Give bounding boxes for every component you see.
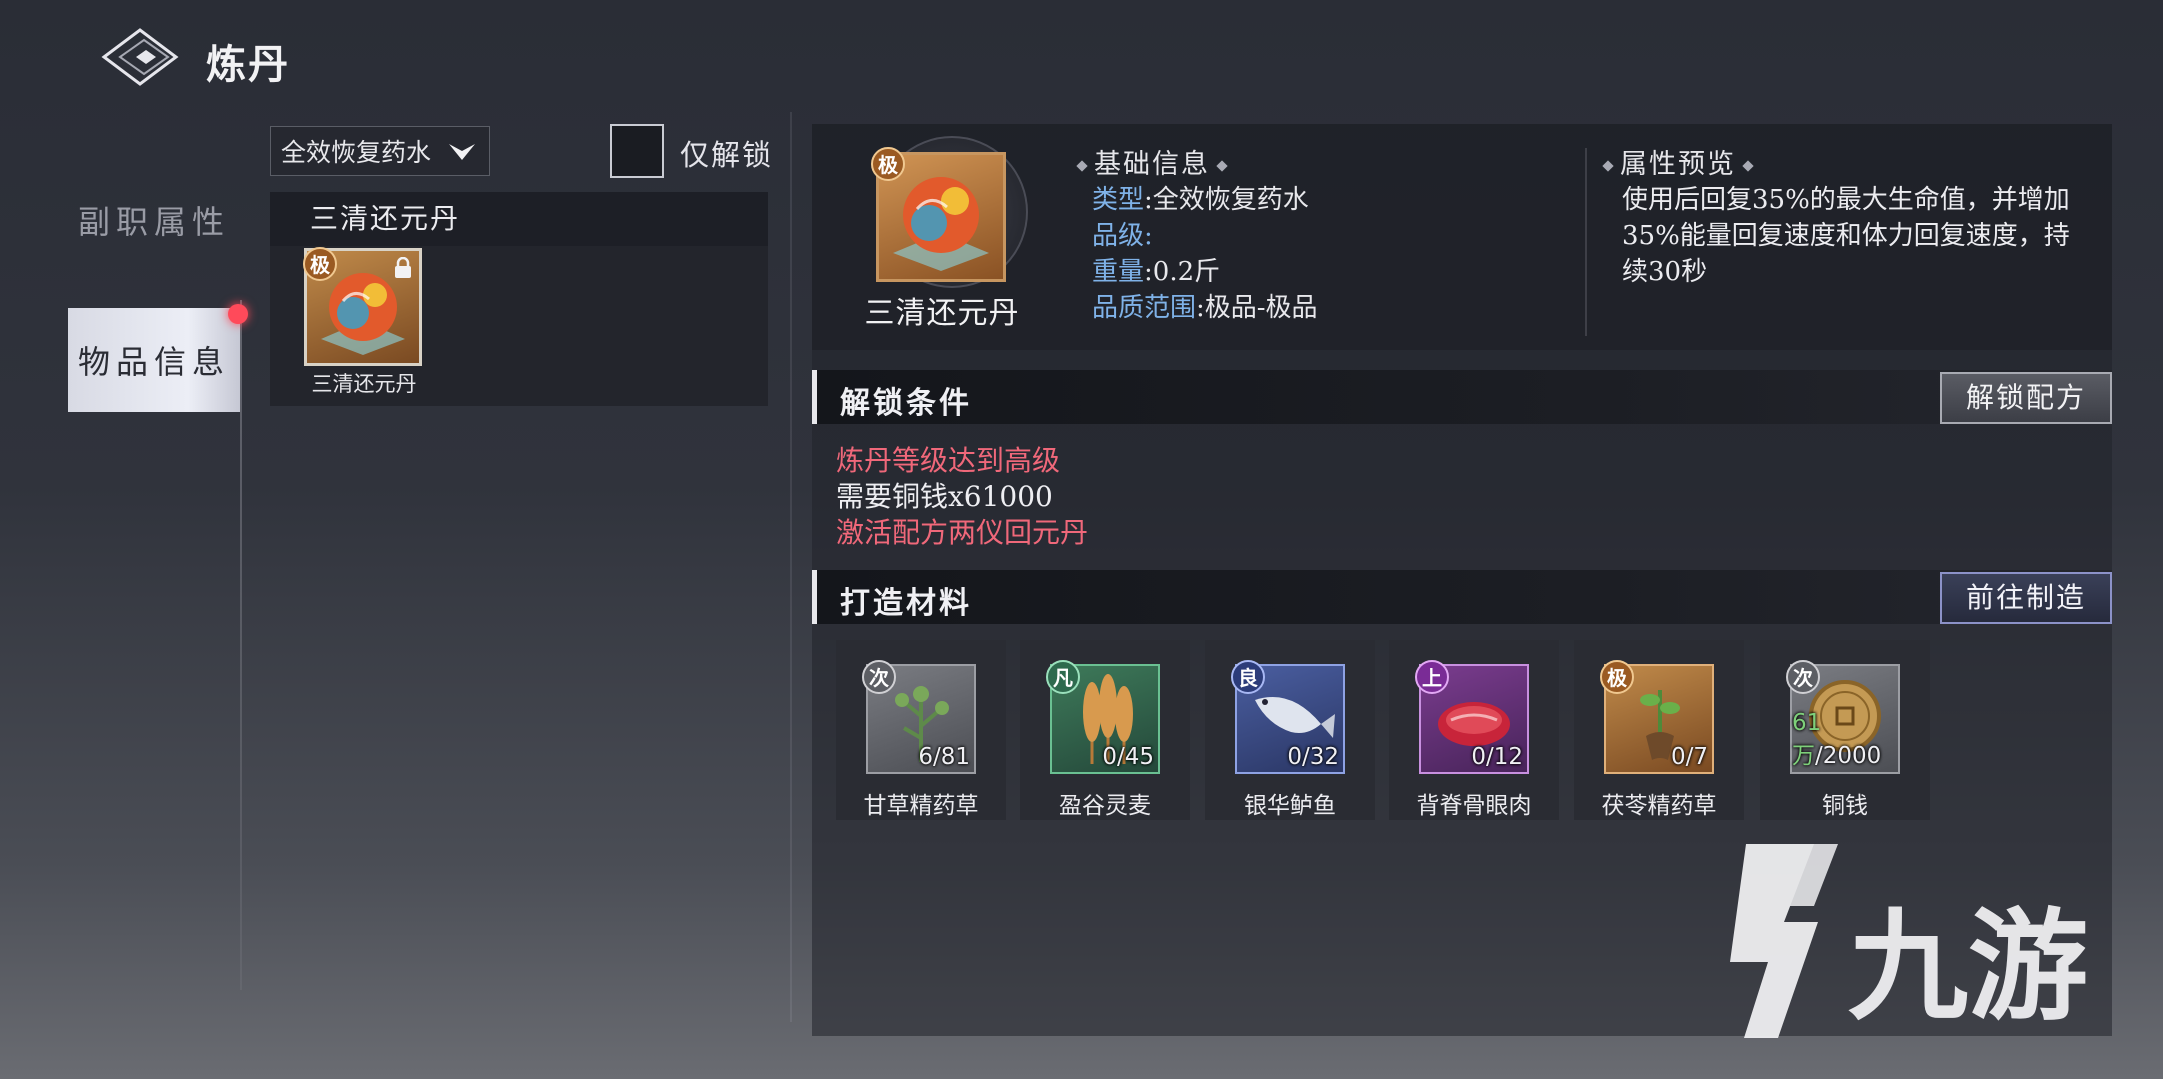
page-title: 炼丹 [206, 41, 290, 88]
grade-badge: 上 [1415, 660, 1449, 694]
grade-badge: 次 [862, 660, 896, 694]
material-card[interactable]: 上 0/12 背脊骨眼肉 [1389, 640, 1559, 820]
unlock-condition: 激活配方两仪回元丹 [836, 516, 1089, 549]
coin-icon: 次 61万/2000 [1786, 660, 1900, 774]
material-card[interactable]: 凡 0/45 盈谷灵麦 [1020, 640, 1190, 820]
fish-icon: 良 0/32 [1231, 660, 1345, 774]
basic-info-rows: 类型:全效恢复药水 品级: 重量:0.2斤 品质范围:极品-极品 [1092, 182, 1318, 326]
material-count: 0/45 [1102, 744, 1154, 770]
recipe-group-title: 三清还元丹 [270, 192, 768, 246]
lock-icon [395, 257, 411, 278]
material-card[interactable]: 次 61万/2000 铜钱 [1760, 640, 1930, 820]
tab-item-info[interactable]: 物品信息 [68, 308, 240, 412]
herb-icon: 次 6/81 [862, 660, 976, 774]
material-card[interactable]: 次 6/81 甘草精药草 [836, 640, 1006, 820]
go-craft-button[interactable]: 前往制造 [1940, 572, 2112, 624]
grade-badge: 极 [303, 247, 337, 281]
unlock-condition: 需要铜钱x61000 [836, 480, 1053, 513]
info-row-quality-range: 品质范围:极品-极品 [1092, 293, 1318, 323]
material-name: 茯苓精药草 [1601, 793, 1717, 819]
diamond-icon [1216, 159, 1228, 172]
grade-badge: 凡 [1046, 660, 1080, 694]
recipe-card-label: 三清还元丹 [311, 372, 417, 396]
info-row-grade: 品级: [1092, 221, 1153, 251]
recipe-card[interactable]: 极 [303, 247, 422, 366]
diamond-icon [1602, 159, 1614, 172]
meat-icon: 上 0/12 [1415, 660, 1529, 774]
diamond-icon [1742, 159, 1754, 172]
info-row-type: 类型:全效恢复药水 [1092, 185, 1309, 215]
unlock-only-checkbox[interactable] [610, 124, 664, 178]
material-count: 0/32 [1287, 744, 1339, 770]
category-dropdown[interactable]: 全效恢复药水 [270, 126, 490, 176]
tabs-divider [240, 300, 242, 990]
jiuyou-watermark-logo: 九游 [1730, 844, 2088, 1038]
grade-badge: 极 [1600, 660, 1634, 694]
back-icon[interactable] [100, 26, 182, 88]
grade-badge: 极 [871, 147, 905, 181]
grade-badge: 良 [1231, 660, 1265, 694]
diamond-icon [1076, 159, 1088, 172]
chevron-down-icon [449, 144, 475, 160]
grade-badge: 次 [1786, 660, 1820, 694]
watermark-text: 九游 [1848, 898, 2088, 1037]
materials-section-title: 打造材料 [840, 586, 972, 621]
panel-divider [790, 112, 792, 1022]
unlock-only-label: 仅解锁 [680, 138, 774, 172]
info-separator [1585, 148, 1587, 336]
info-row-weight: 重量:0.2斤 [1092, 257, 1221, 287]
material-name: 背脊骨眼肉 [1416, 793, 1532, 819]
materials-section-bar [812, 570, 2112, 624]
material-name: 盈谷灵麦 [1059, 793, 1151, 819]
product-icon: 极 [871, 147, 1006, 282]
notification-dot [228, 304, 248, 324]
material-count: 0/12 [1471, 744, 1523, 770]
category-dropdown-value: 全效恢复药水 [281, 138, 432, 167]
tab-side-job-attributes[interactable]: 副职属性 [68, 168, 240, 272]
basic-info-title: 基础信息 [1070, 142, 1234, 181]
attribute-preview-title: 属性预览 [1596, 142, 1760, 181]
unlock-recipe-button[interactable]: 解锁配方 [1940, 372, 2112, 424]
material-count: 0/7 [1670, 744, 1708, 770]
attribute-description: 使用后回复35%的最大生命值，并增加35%能量回复速度和体力回复速度，持续30秒 [1622, 185, 2070, 287]
material-count: 61万/2000 [1792, 710, 1882, 769]
unlock-section-bar [812, 370, 2112, 424]
material-name: 铜钱 [1822, 793, 1868, 819]
material-name: 甘草精药草 [863, 793, 979, 819]
unlock-section-title: 解锁条件 [840, 386, 972, 421]
root-herb-icon: 极 0/7 [1600, 660, 1714, 774]
wheat-icon: 凡 0/45 [1046, 660, 1160, 774]
material-card[interactable]: 极 0/7 茯苓精药草 [1574, 640, 1744, 820]
material-name: 银华鲈鱼 [1244, 793, 1336, 819]
unlock-condition: 炼丹等级达到高级 [836, 444, 1061, 477]
material-count: 6/81 [918, 744, 970, 770]
product-name: 三清还元丹 [864, 296, 1020, 331]
material-card[interactable]: 良 0/32 银华鲈鱼 [1205, 640, 1375, 820]
